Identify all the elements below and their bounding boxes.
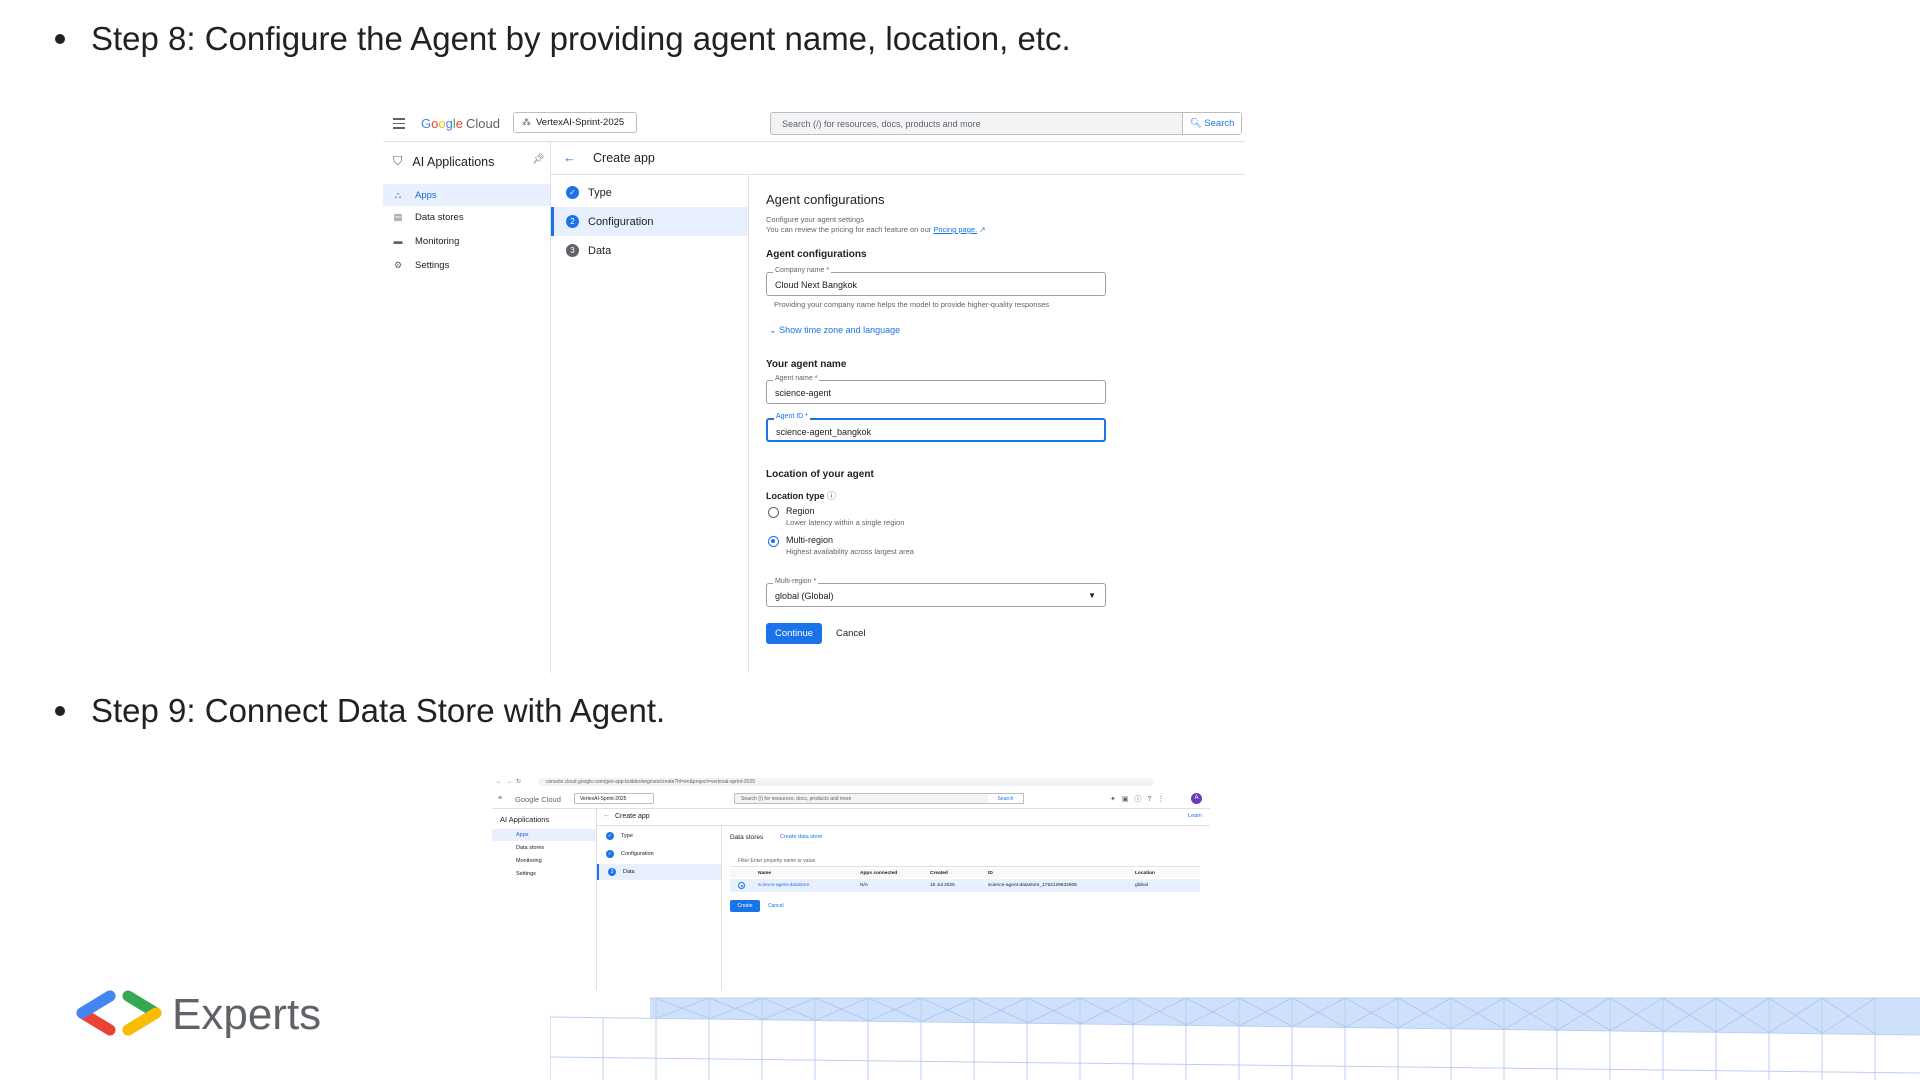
bullet-dot: [55, 706, 65, 716]
step-data[interactable]: 3 Data: [597, 864, 721, 880]
project-picker[interactable]: VertexAI-Sprint-2025: [574, 793, 654, 804]
nav-data-stores[interactable]: Data stores: [492, 842, 596, 854]
gear-icon: ⚙: [393, 259, 403, 270]
section-agent-name: Your agent name: [766, 359, 847, 370]
nav-settings[interactable]: Settings: [492, 868, 596, 880]
search-input[interactable]: Search (/) for resources, docs, products…: [770, 112, 1242, 135]
chevron-down-icon: ⌄: [769, 325, 777, 335]
form-subtitle: Configure your agent settings: [766, 215, 864, 224]
nav-settings[interactable]: ⚙ Settings: [383, 254, 550, 276]
browser-chrome: ←→↻ console.cloud.google.com/gen-app-bui…: [492, 776, 1210, 788]
multi-region-select[interactable]: Multi-region * global (Global) ▼: [766, 578, 1106, 607]
table-header: Name Apps connected Created ID Location: [730, 869, 1200, 878]
search-icon: 🔍︎: [1189, 118, 1202, 129]
row-radio-selected[interactable]: [738, 882, 745, 889]
stepper: ✓ Type 2 Configuration 3 Data: [551, 174, 749, 673]
left-nav: ⛉ AI Applications 📌︎ ⛬ Apps ▤ Data stores ▬ M…: [383, 142, 551, 673]
project-icon: ⁂: [522, 117, 531, 127]
radio-button-selected[interactable]: [768, 536, 779, 547]
bullet-step-8: Step 8: Configure the Agent by providing…: [55, 20, 1071, 58]
page-header: ← Create app: [551, 142, 1245, 175]
check-icon: ✓: [566, 186, 579, 199]
pin-icon[interactable]: 📌︎: [532, 154, 545, 165]
developer-experts-logo-icon: [76, 990, 162, 1036]
form-pricing-note: You can review the pricing for each feat…: [766, 225, 986, 234]
back-arrow-icon[interactable]: ←: [563, 150, 576, 165]
section-location: Location of your agent: [766, 469, 874, 480]
dropdown-arrow-icon: ▼: [1088, 591, 1096, 600]
bullet-dot: [55, 34, 65, 44]
page-header: ← Create app Learn: [597, 809, 1210, 826]
search-button[interactable]: 🔍︎ Search: [1182, 113, 1241, 134]
radio-multi-region[interactable]: Multi-region Highest availability across …: [768, 535, 914, 556]
monitoring-icon: ▬: [393, 236, 403, 246]
company-name-field[interactable]: Company name * Cloud Next Bangkok: [766, 267, 1106, 296]
step-data[interactable]: 3 Data: [551, 236, 748, 265]
screenshot-configure-agent: Google Cloud ⁂ VertexAI-Sprint-2025 Search…: [383, 105, 1245, 673]
top-bar: Google Cloud ⁂ VertexAI-Sprint-2025 Search…: [383, 105, 1245, 142]
data-stores-heading: Data stores: [730, 834, 764, 841]
agent-id-field[interactable]: Agent ID * science-agent_bangkok: [766, 413, 1106, 442]
data-stores-icon: ▤: [393, 211, 403, 222]
product-title: AI Applications: [500, 815, 550, 824]
page-title: Create app: [593, 151, 655, 165]
menu-icon[interactable]: ≡: [498, 795, 502, 802]
location-type-label: Location type ⓘ: [766, 491, 837, 501]
nav-monitoring[interactable]: ▬ Monitoring: [383, 230, 550, 252]
form-heading: Agent configurations: [766, 192, 885, 207]
browser-nav-icons[interactable]: ←→↻: [496, 778, 525, 785]
radio-button[interactable]: [768, 507, 779, 518]
nav-data-stores[interactable]: ▤ Data stores: [383, 206, 550, 228]
bullet-text: Step 9: Connect Data Store with Agent.: [91, 692, 666, 729]
step-configuration[interactable]: ✓ Configuration: [597, 846, 721, 862]
company-helper-text: Providing your company name helps the mo…: [774, 300, 1050, 309]
project-picker[interactable]: ⁂ VertexAI-Sprint-2025: [513, 112, 637, 133]
section-agent-configurations: Agent configurations: [766, 249, 867, 260]
bullet-step-9: Step 9: Connect Data Store with Agent.: [55, 692, 665, 730]
search-button[interactable]: Search: [988, 793, 1024, 804]
external-link-icon: ↗: [979, 225, 986, 234]
help-icon[interactable]: ⓘ: [827, 491, 836, 501]
step-configuration[interactable]: 2 Configuration: [551, 207, 748, 236]
radio-region[interactable]: Region Lower latency within a single regi…: [768, 506, 904, 527]
create-data-store-link[interactable]: Create data store: [780, 834, 823, 840]
left-nav: AI Applications Apps Data stores Monitor…: [492, 809, 597, 990]
menu-icon[interactable]: [393, 118, 405, 132]
page-title: Create app: [615, 813, 650, 820]
experts-brand-text: Experts: [172, 990, 322, 1039]
pricing-link[interactable]: Pricing page.: [933, 225, 977, 234]
product-header: ⛉ AI Applications 📌︎: [393, 154, 545, 169]
avatar[interactable]: A: [1191, 793, 1202, 804]
bullet-text: Step 8: Configure the Agent by providing…: [91, 20, 1071, 57]
url-bar[interactable]: console.cloud.google.com/gen-app-builder…: [538, 778, 1154, 786]
top-bar: ≡ Google Cloud VertexAI-Sprint-2025 Sear…: [492, 790, 1210, 809]
stepper: ✓ Type ✓ Configuration 3 Data: [597, 826, 722, 990]
apps-icon: ⛬: [394, 189, 402, 200]
learn-link[interactable]: Learn: [1188, 813, 1202, 819]
cancel-button[interactable]: Cancel: [768, 900, 784, 912]
back-arrow-icon[interactable]: ←: [603, 812, 610, 819]
toolbar-icons[interactable]: ✦▣ⓘ?⋮: [1110, 794, 1170, 804]
table-row[interactable]: science-agent-datastore N/A 15 Jul 2025 …: [730, 879, 1200, 892]
search-placeholder: Search (/) for resources, docs, products…: [782, 119, 981, 129]
continue-button[interactable]: Continue: [766, 623, 822, 644]
nav-apps[interactable]: Apps: [492, 829, 596, 841]
filter-input[interactable]: Filter Enter property name or value: [730, 856, 1200, 867]
create-button[interactable]: Create: [730, 900, 760, 912]
step-type[interactable]: ✓ Type: [597, 828, 721, 844]
cancel-button[interactable]: Cancel: [836, 628, 866, 639]
nav-apps[interactable]: ⛬ Apps: [383, 184, 550, 206]
show-time-zone-link[interactable]: ⌄ Show time zone and language: [769, 325, 900, 336]
decorative-grid: [550, 997, 1920, 1080]
search-input[interactable]: Search (/) for resources, docs, products…: [734, 793, 1024, 804]
nav-monitoring[interactable]: Monitoring: [492, 855, 596, 867]
google-cloud-logo[interactable]: Google Cloud: [515, 795, 561, 804]
agent-name-field[interactable]: Agent name * science-agent: [766, 375, 1106, 404]
google-cloud-logo[interactable]: Google Cloud: [421, 116, 500, 131]
screenshot-connect-datastore: ←→↻ console.cloud.google.com/gen-app-bui…: [492, 776, 1210, 990]
step-type[interactable]: ✓ Type: [551, 178, 748, 207]
ai-applications-icon: ⛉: [393, 154, 403, 168]
